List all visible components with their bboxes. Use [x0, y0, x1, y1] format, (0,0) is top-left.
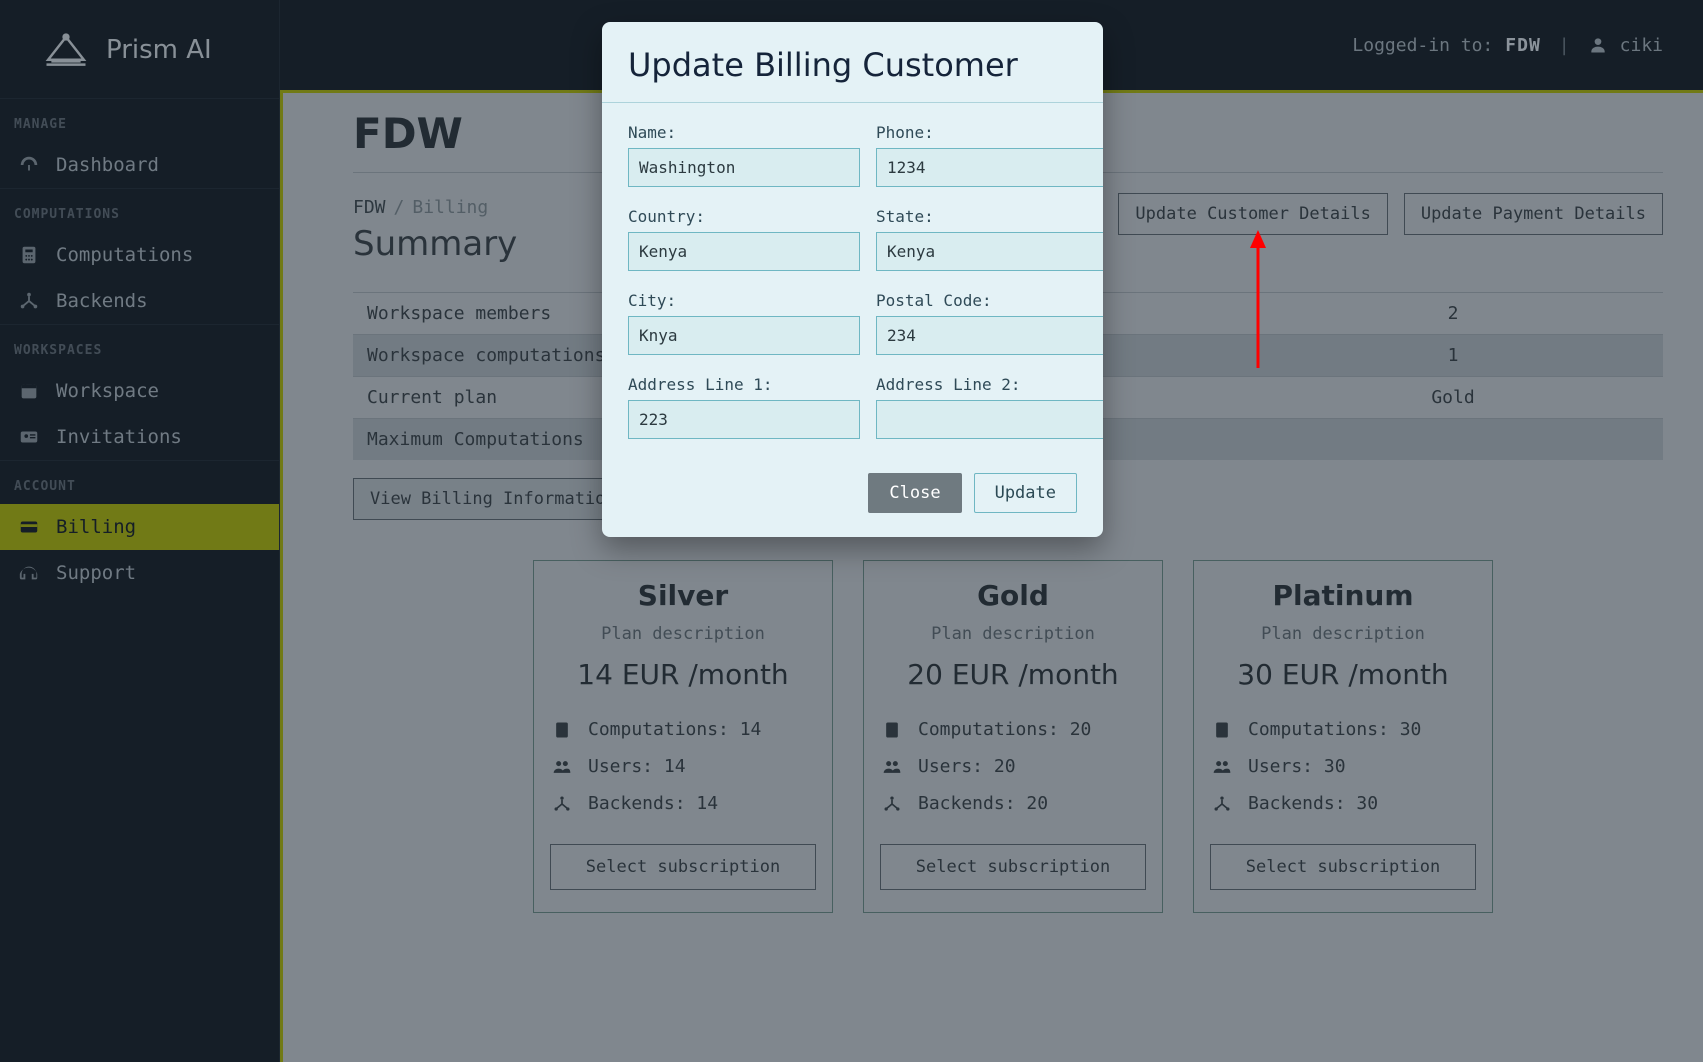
- plan-feat-users: Users: 30: [1248, 756, 1346, 777]
- plan-desc: Plan description: [550, 624, 816, 644]
- sidebar-item-label: Workspace: [56, 380, 159, 402]
- plan-desc: Plan description: [1210, 624, 1476, 644]
- addr1-label: Address Line 1:: [628, 375, 860, 394]
- plan-card-silver: Silver Plan description 14 EUR /month Co…: [533, 560, 833, 913]
- plan-desc: Plan description: [880, 624, 1146, 644]
- plan-card-gold: Gold Plan description 20 EUR /month Comp…: [863, 560, 1163, 913]
- update-customer-button[interactable]: Update Customer Details: [1118, 193, 1387, 235]
- calendar-icon: [18, 380, 40, 402]
- state-label: State:: [876, 207, 1103, 226]
- nav-group-workspaces-label: WORKSPACES: [0, 343, 279, 368]
- network-icon: [552, 794, 572, 814]
- sidebar-item-workspace[interactable]: Workspace: [0, 368, 279, 414]
- plan-price: 30 EUR /month: [1210, 658, 1476, 691]
- logged-in-label: Logged-in to:: [1352, 35, 1493, 56]
- calculator-icon: [1212, 720, 1232, 740]
- plan-card-platinum: Platinum Plan description 30 EUR /month …: [1193, 560, 1493, 913]
- sidebar-item-dashboard[interactable]: Dashboard: [0, 142, 279, 188]
- state-input[interactable]: [876, 232, 1103, 271]
- plan-price: 20 EUR /month: [880, 658, 1146, 691]
- nav-group-manage-label: MANAGE: [0, 117, 279, 142]
- plan-name: Silver: [550, 579, 816, 612]
- dashboard-icon: [18, 154, 40, 176]
- crumb-sep: /: [394, 197, 405, 218]
- addr1-input[interactable]: [628, 400, 860, 439]
- sidebar: Prism AI MANAGE Dashboard COMPUTATIONS C…: [0, 0, 280, 1062]
- sidebar-item-backends[interactable]: Backends: [0, 278, 279, 324]
- plan-feat-computations: Computations: 20: [918, 719, 1091, 740]
- calculator-icon: [882, 720, 902, 740]
- nav-group-account-label: ACCOUNT: [0, 479, 279, 504]
- sidebar-item-label: Dashboard: [56, 154, 159, 176]
- city-input[interactable]: [628, 316, 860, 355]
- update-billing-modal: Update Billing Customer Name: Phone: Cou…: [602, 22, 1103, 537]
- brand-logo: Prism AI: [0, 20, 279, 98]
- view-billing-label: View Billing Information: [370, 489, 616, 509]
- network-icon: [1212, 794, 1232, 814]
- name-label: Name:: [628, 123, 860, 142]
- sidebar-item-label: Billing: [56, 516, 136, 538]
- nav-group-computations-label: COMPUTATIONS: [0, 207, 279, 232]
- name-input[interactable]: [628, 148, 860, 187]
- addr2-label: Address Line 2:: [876, 375, 1103, 394]
- plan-feat-backends: Backends: 20: [918, 793, 1048, 814]
- country-input[interactable]: [628, 232, 860, 271]
- postal-label: Postal Code:: [876, 291, 1103, 310]
- plan-name: Gold: [880, 579, 1146, 612]
- summary-value: Gold: [1243, 377, 1663, 419]
- brand-name: Prism AI: [106, 35, 212, 65]
- summary-value: 1: [1243, 335, 1663, 377]
- city-label: City:: [628, 291, 860, 310]
- addr2-input[interactable]: [876, 400, 1103, 439]
- user-icon: [1588, 35, 1608, 55]
- users-icon: [882, 757, 902, 777]
- prism-icon: [40, 32, 92, 68]
- modal-title: Update Billing Customer: [602, 22, 1103, 103]
- plan-feat-computations: Computations: 30: [1248, 719, 1421, 740]
- topbar-username[interactable]: ciki: [1620, 35, 1663, 56]
- network-icon: [18, 290, 40, 312]
- plan-cards: Silver Plan description 14 EUR /month Co…: [533, 560, 1663, 913]
- modal-close-button[interactable]: Close: [868, 473, 961, 513]
- network-icon: [882, 794, 902, 814]
- topbar-separator: |: [1553, 35, 1576, 56]
- plan-feat-backends: Backends: 14: [588, 793, 718, 814]
- topbar-workspace[interactable]: FDW: [1505, 35, 1541, 56]
- users-icon: [552, 757, 572, 777]
- summary-value: [1243, 419, 1663, 461]
- credit-card-icon: [18, 516, 40, 538]
- phone-label: Phone:: [876, 123, 1103, 142]
- select-subscription-button[interactable]: Select subscription: [550, 844, 816, 890]
- plan-feat-computations: Computations: 14: [588, 719, 761, 740]
- calculator-icon: [18, 244, 40, 266]
- modal-update-button[interactable]: Update: [974, 473, 1077, 513]
- sidebar-item-support[interactable]: Support: [0, 550, 279, 596]
- postal-input[interactable]: [876, 316, 1103, 355]
- sidebar-item-label: Support: [56, 562, 136, 584]
- phone-input[interactable]: [876, 148, 1103, 187]
- crumb-root[interactable]: FDW: [353, 197, 386, 218]
- sidebar-item-invitations[interactable]: Invitations: [0, 414, 279, 460]
- plan-name: Platinum: [1210, 579, 1476, 612]
- select-subscription-button[interactable]: Select subscription: [1210, 844, 1476, 890]
- calculator-icon: [552, 720, 572, 740]
- update-payment-button[interactable]: Update Payment Details: [1404, 193, 1663, 235]
- select-subscription-button[interactable]: Select subscription: [880, 844, 1146, 890]
- plan-feat-backends: Backends: 30: [1248, 793, 1378, 814]
- sidebar-item-computations[interactable]: Computations: [0, 232, 279, 278]
- summary-value: 2: [1243, 293, 1663, 335]
- sidebar-item-label: Backends: [56, 290, 148, 312]
- plan-feat-users: Users: 14: [588, 756, 686, 777]
- sidebar-item-label: Computations: [56, 244, 193, 266]
- headset-icon: [18, 562, 40, 584]
- sidebar-item-billing[interactable]: Billing: [0, 504, 279, 550]
- id-card-icon: [18, 426, 40, 448]
- users-icon: [1212, 757, 1232, 777]
- crumb-leaf: Billing: [412, 197, 488, 218]
- sidebar-item-label: Invitations: [56, 426, 182, 448]
- country-label: Country:: [628, 207, 860, 226]
- plan-feat-users: Users: 20: [918, 756, 1016, 777]
- plan-price: 14 EUR /month: [550, 658, 816, 691]
